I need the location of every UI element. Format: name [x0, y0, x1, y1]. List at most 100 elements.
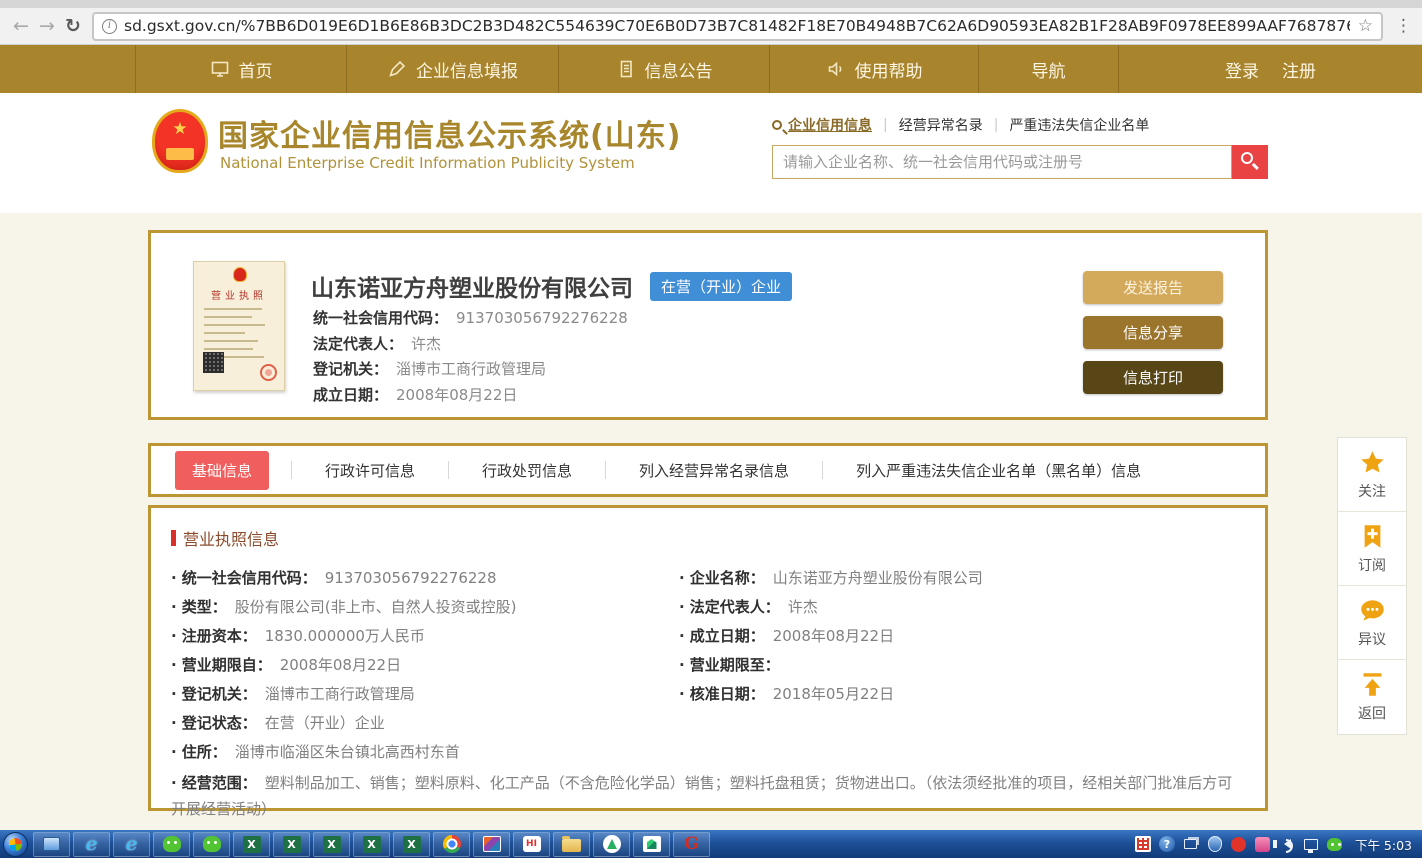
- taskbar-green-app[interactable]: [593, 832, 630, 857]
- back-icon[interactable]: [8, 15, 34, 37]
- taskbar-ie[interactable]: e: [73, 832, 110, 857]
- tray-red-badge[interactable]: [1229, 834, 1249, 854]
- bookmark-plus-icon: [1359, 523, 1386, 550]
- nav-item-home[interactable]: 首页: [135, 45, 346, 93]
- browser-menu-icon[interactable]: ⋮: [1395, 16, 1412, 36]
- taskbar-explorer[interactable]: [33, 832, 70, 857]
- tab-serious-illegal-blacklist[interactable]: 列入严重违法失信企业名单（黑名单）信息: [823, 460, 1174, 481]
- tool-label: 返回: [1358, 703, 1386, 723]
- wechat-icon: [203, 836, 221, 852]
- back-to-top-tool[interactable]: 返回: [1338, 660, 1406, 734]
- nav-item-enterprise-filing[interactable]: 企业信息填报: [346, 45, 558, 93]
- field-company-name: 企业名称：山东诺亚方舟塑业股份有限公司: [679, 564, 1245, 593]
- side-toolbar: 关注 订阅 异议 返回: [1337, 437, 1407, 735]
- nav-auth: 登录 注册: [1118, 45, 1422, 93]
- red-badge-icon: [1231, 837, 1246, 852]
- business-license-thumbnail[interactable]: 营业执照: [193, 261, 285, 391]
- taskbar-folder[interactable]: [553, 832, 590, 857]
- field-approval-date: 核准日期：2018年05月22日: [679, 680, 1245, 709]
- system-tray: ? 下午 5:03: [1133, 834, 1422, 854]
- tray-ime[interactable]: [1133, 834, 1153, 854]
- field-establishment-date: 成立日期：2008年08月22日: [313, 382, 628, 408]
- taskbar-excel-2[interactable]: X: [273, 832, 310, 857]
- page-content: 营业执照 山东诺亚方舟塑业股份有限公司 在营（开业）企业 统一社会信用代码：91…: [0, 213, 1422, 830]
- wechat-icon: [163, 836, 181, 852]
- field-credit-code: 统一社会信用代码：913703056792276228: [313, 305, 628, 331]
- send-report-button[interactable]: 发送报告: [1083, 271, 1223, 304]
- page-info-icon[interactable]: [102, 19, 117, 34]
- field-company-type: 类型：股份有限公司(非上市、自然人投资或控股): [171, 593, 679, 622]
- tab-basic-info[interactable]: 基础信息: [175, 451, 269, 490]
- separator: |: [994, 117, 999, 133]
- info-tabs-bar: 基础信息 行政许可信息 行政处罚信息 列入经营异常名录信息 列入严重违法失信企业…: [148, 443, 1268, 497]
- site-navbar: 首页 企业信息填报 信息公告 使用帮助 导航 登录 注册: [0, 45, 1422, 93]
- register-link[interactable]: 注册: [1282, 57, 1316, 82]
- url-text[interactable]: sd.gsxt.gov.cn/%7BB6D019E6D1B6E86B3DC2B3…: [124, 17, 1350, 35]
- site-title: 国家企业信用信息公示系统(山东): [218, 111, 681, 155]
- print-info-button[interactable]: 信息打印: [1083, 361, 1223, 394]
- tray-show-windows[interactable]: [1181, 834, 1201, 854]
- pink-app-icon: [1255, 837, 1270, 852]
- search-tab-abnormal-list[interactable]: 经营异常名录: [899, 115, 983, 135]
- excel-icon: X: [323, 836, 341, 853]
- ie-icon: e: [85, 835, 97, 854]
- windows-taskbar: e e X X X X X HI G ? 下午 5:03: [0, 830, 1422, 858]
- search-icon: [772, 120, 782, 130]
- tray-wechat[interactable]: [1325, 834, 1345, 854]
- browser-toolbar: sd.gsxt.gov.cn/%7BB6D019E6D1B6E86B3DC2B3…: [0, 8, 1422, 45]
- search-category-tabs: 企业信用信息 | 经营异常名录 | 严重违法失信企业名单: [772, 115, 1268, 135]
- dispute-tool[interactable]: 异议: [1338, 586, 1406, 660]
- tab-administrative-license[interactable]: 行政许可信息: [292, 460, 448, 481]
- nav-item-announcements[interactable]: 信息公告: [558, 45, 769, 93]
- nav-item-directory[interactable]: 导航: [978, 45, 1118, 93]
- taskbar-chrome[interactable]: [433, 832, 470, 857]
- search-area: 企业信用信息 | 经营异常名录 | 严重违法失信企业名单: [772, 115, 1268, 179]
- follow-tool[interactable]: 关注: [1338, 438, 1406, 512]
- login-link[interactable]: 登录: [1225, 57, 1259, 82]
- tray-help[interactable]: ?: [1157, 834, 1177, 854]
- navbar-spacer: [0, 45, 135, 93]
- site-header: 国家企业信用信息公示系统(山东) National Enterprise Cre…: [0, 93, 1422, 213]
- shield-icon: [1208, 836, 1222, 852]
- field-registered-capital: 注册资本：1830.000000万人民币: [171, 622, 679, 651]
- taskbar-excel-4[interactable]: X: [353, 832, 390, 857]
- address-bar[interactable]: sd.gsxt.gov.cn/%7BB6D019E6D1B6E86B3DC2B3…: [92, 12, 1383, 41]
- license-title: 营业执照: [194, 287, 284, 302]
- taskbar-wechat-1[interactable]: [153, 832, 190, 857]
- pen-icon: [387, 59, 407, 79]
- company-action-buttons: 发送报告 信息分享 信息打印: [1083, 271, 1223, 406]
- arrow-up-icon: [1359, 671, 1386, 698]
- bookmark-star-icon[interactable]: ☆: [1358, 16, 1373, 36]
- search-button[interactable]: [1232, 145, 1268, 179]
- taskbar-ie-window[interactable]: e: [113, 832, 150, 857]
- taskbar-wechat-2[interactable]: [193, 832, 230, 857]
- nav-item-help[interactable]: 使用帮助: [769, 45, 978, 93]
- taskbar-excel-3[interactable]: X: [313, 832, 350, 857]
- tab-abnormal-operation-list[interactable]: 列入经营异常名录信息: [606, 460, 822, 481]
- field-term-end: 营业期限至：: [679, 651, 1245, 680]
- taskbar-excel-5[interactable]: X: [393, 832, 430, 857]
- taskbar-g-app[interactable]: G: [673, 832, 710, 857]
- site-subtitle: National Enterprise Credit Information P…: [220, 154, 635, 172]
- subscribe-tool[interactable]: 订阅: [1338, 512, 1406, 586]
- reload-icon[interactable]: [60, 15, 86, 37]
- company-summary-card: 营业执照 山东诺亚方舟塑业股份有限公司 在营（开业）企业 统一社会信用代码：91…: [148, 230, 1268, 420]
- search-tab-credit-info[interactable]: 企业信用信息: [788, 115, 872, 135]
- share-info-button[interactable]: 信息分享: [1083, 316, 1223, 349]
- start-button[interactable]: [3, 832, 28, 857]
- taskbar-excel-1[interactable]: X: [233, 832, 270, 857]
- tray-volume[interactable]: [1277, 834, 1297, 854]
- taskbar-photo-app[interactable]: [473, 832, 510, 857]
- tray-network[interactable]: [1301, 834, 1321, 854]
- tray-security[interactable]: [1205, 834, 1225, 854]
- browser-tab-strip[interactable]: [0, 0, 1422, 8]
- taskbar-hi-app[interactable]: HI: [513, 832, 550, 857]
- tray-pink-app[interactable]: [1253, 834, 1273, 854]
- taskbar-clock[interactable]: 下午 5:03: [1355, 835, 1412, 854]
- field-legal-representative: 法定代表人：许杰: [313, 331, 628, 357]
- forward-icon[interactable]: [34, 15, 60, 37]
- tab-administrative-penalty[interactable]: 行政处罚信息: [449, 460, 605, 481]
- search-input[interactable]: [772, 145, 1232, 179]
- search-tab-illegal-list[interactable]: 严重违法失信企业名单: [1009, 115, 1149, 135]
- taskbar-building-app[interactable]: [633, 832, 670, 857]
